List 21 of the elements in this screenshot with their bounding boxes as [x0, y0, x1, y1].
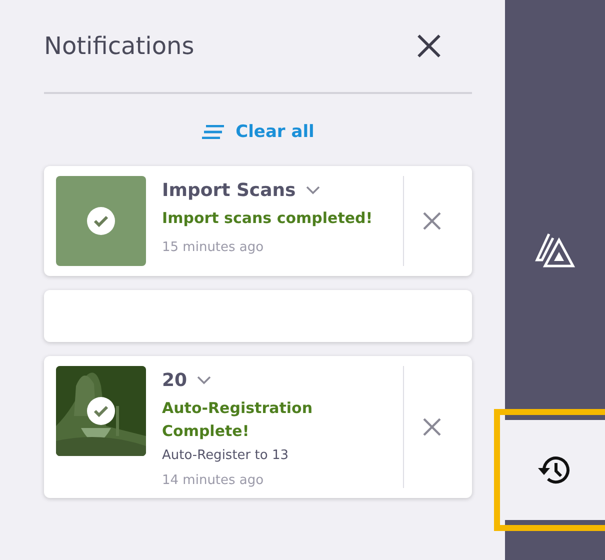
close-icon: [416, 33, 442, 59]
lines-icon: [202, 125, 224, 139]
sidebar-button[interactable]: [505, 420, 605, 520]
notification-detail: Auto-Register to 13: [162, 448, 290, 463]
notification-title: Import Scans: [162, 180, 296, 201]
notification-time: 15 minutes ago: [162, 240, 265, 254]
chevron-down-icon: [306, 186, 320, 195]
notification-message: Auto-Registration Complete!: [162, 398, 314, 442]
notification-title: 20: [162, 370, 188, 391]
notification-message: Import scans completed!: [162, 208, 374, 229]
panel-title: Notifications: [44, 32, 194, 60]
close-button[interactable]: [416, 33, 442, 59]
dismiss-button[interactable]: [422, 417, 442, 437]
check-icon: [87, 397, 115, 425]
chevron-down-icon: [197, 376, 212, 385]
clear-all-button[interactable]: Clear all: [202, 122, 314, 142]
close-icon: [422, 211, 442, 231]
dismiss-button[interactable]: [422, 211, 442, 231]
notification-time: 14 minutes ago: [162, 473, 265, 488]
close-icon: [422, 417, 442, 437]
check-icon: [87, 207, 115, 235]
